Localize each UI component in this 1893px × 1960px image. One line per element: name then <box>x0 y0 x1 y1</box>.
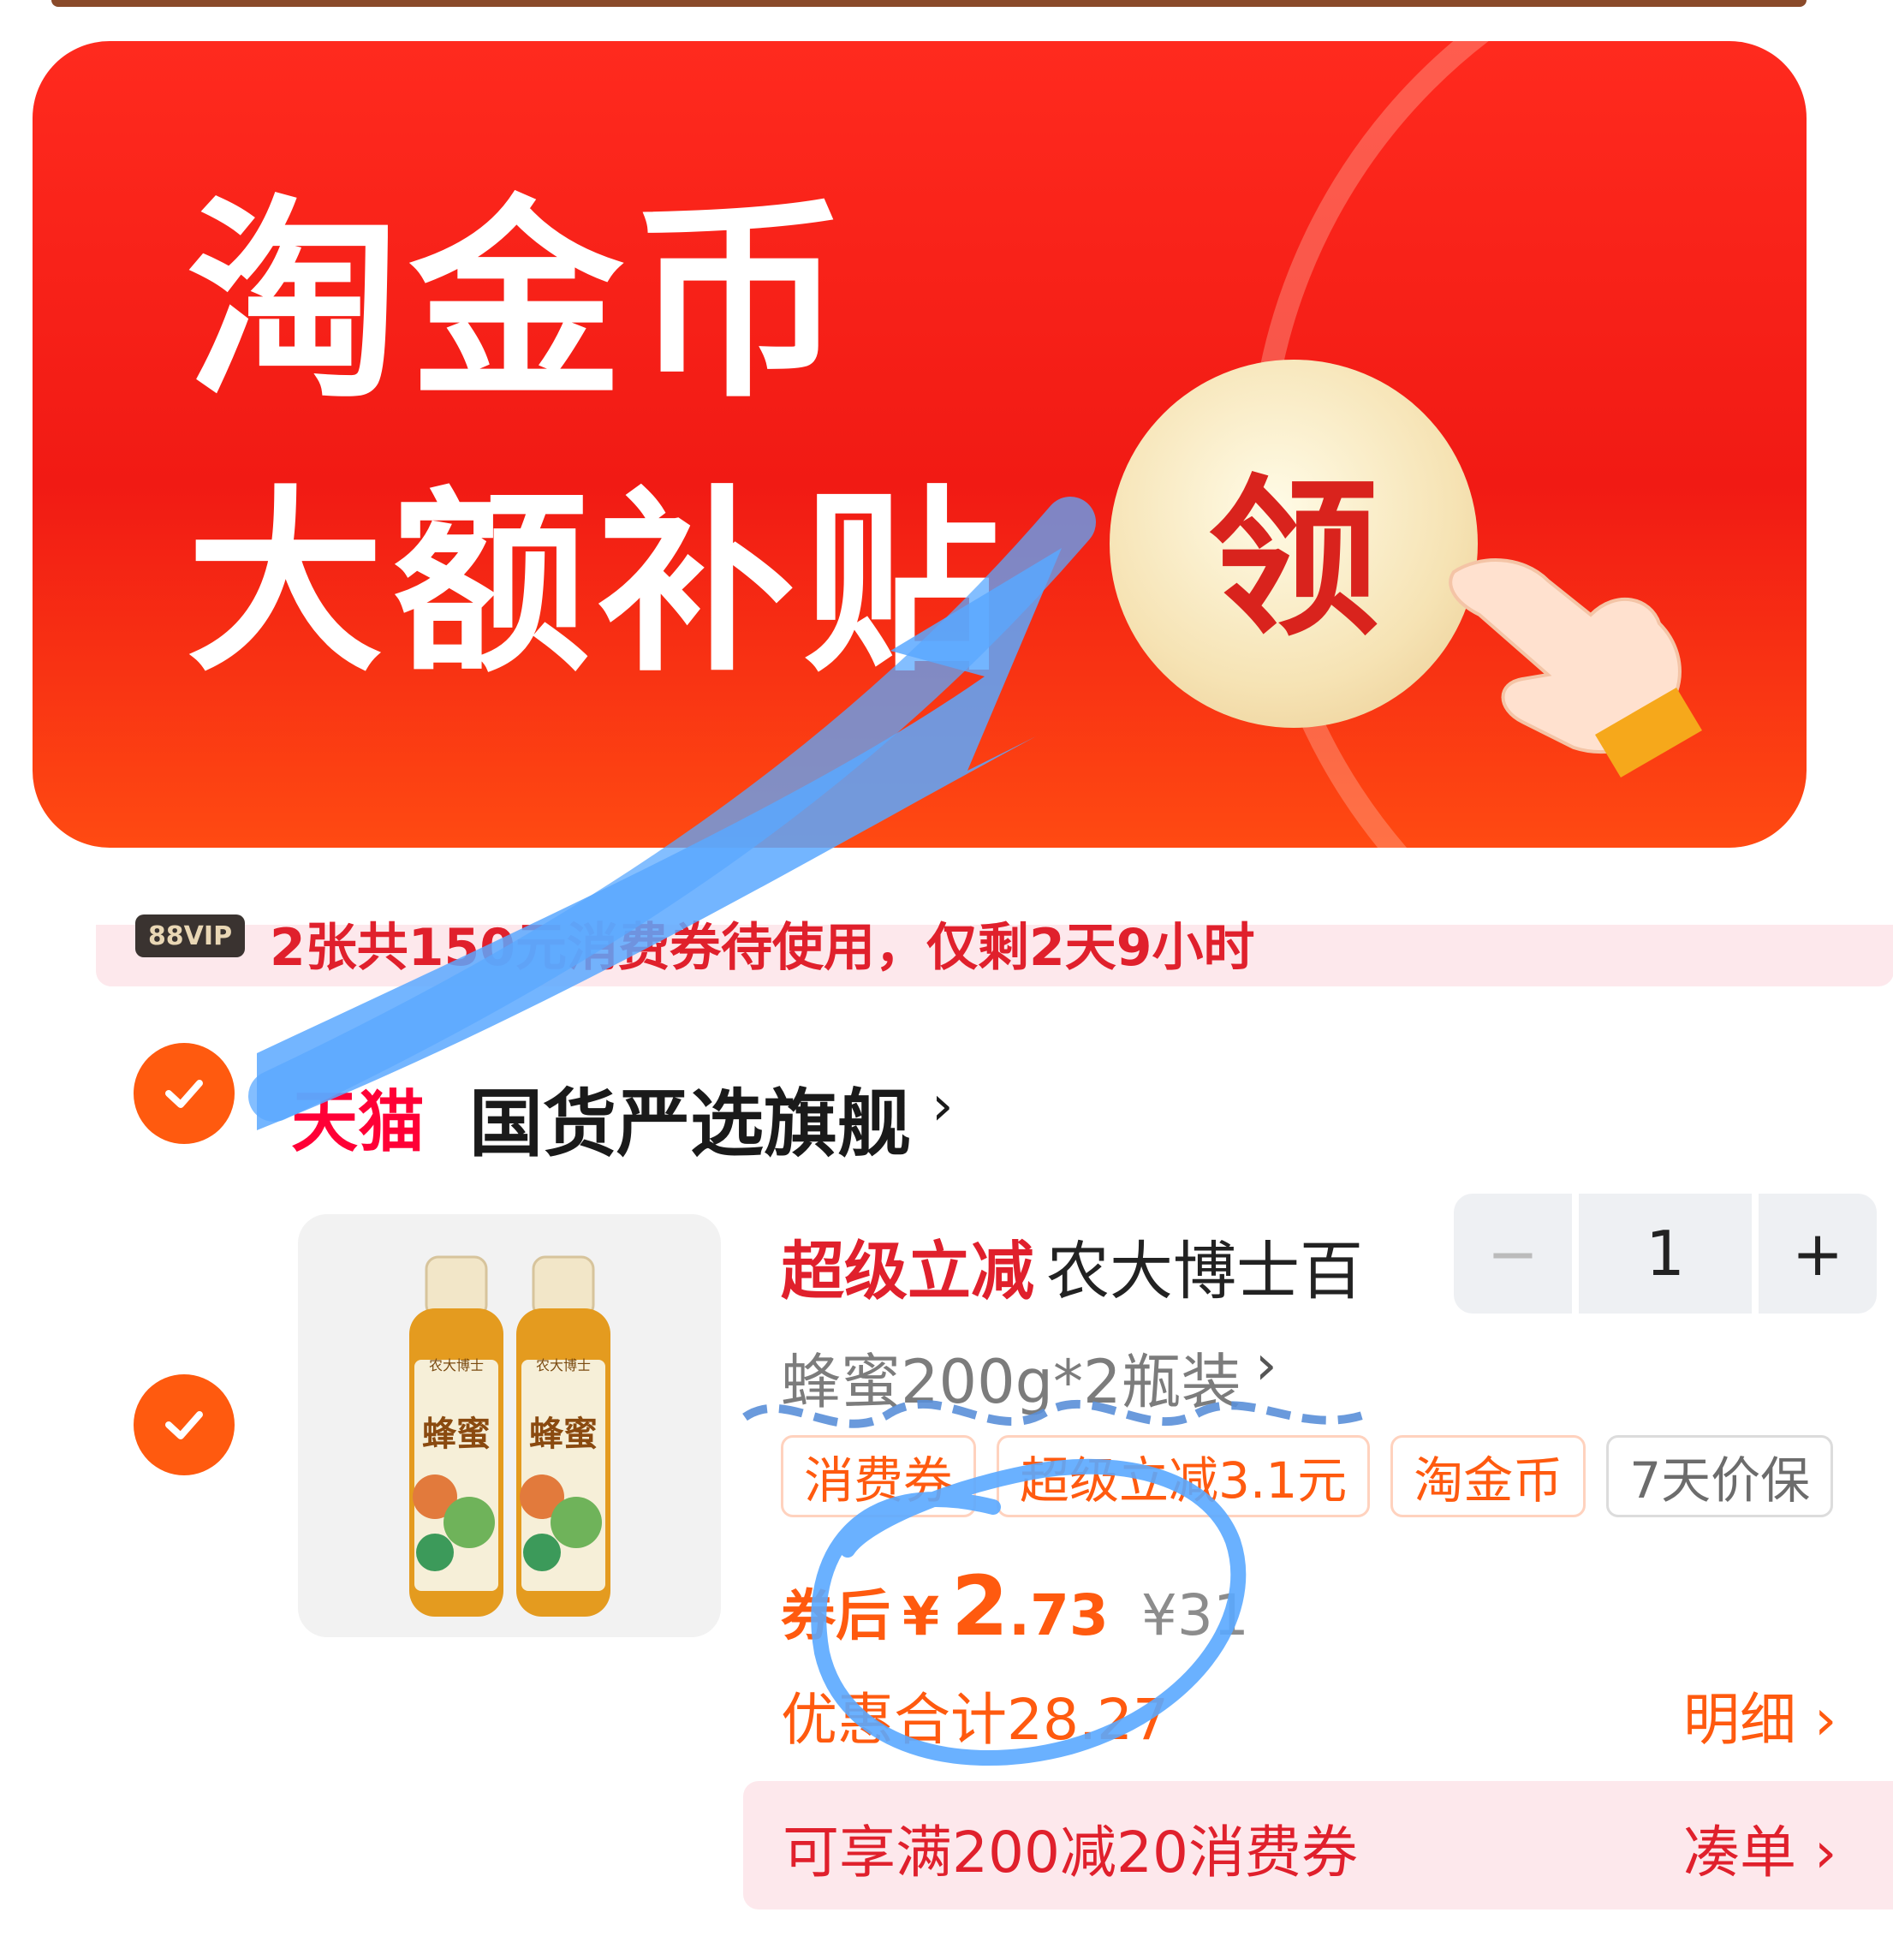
tag-price-protection: 7天价保 <box>1606 1435 1834 1517</box>
voucher-strip-text: 2张共150元消费券待使用，仅剩2天9小时 <box>270 918 1255 978</box>
tmall-logo: 天猫 <box>291 1084 426 1161</box>
price-integer: 2 <box>951 1558 1009 1654</box>
bottle-label-main: 蜂蜜 <box>422 1415 491 1454</box>
vip-badge: 88VIP <box>135 914 245 957</box>
quantity-stepper: − 1 + <box>1454 1194 1877 1314</box>
pointing-hand-icon <box>1449 558 1702 777</box>
tag-voucher: 消费券 <box>781 1435 977 1517</box>
honey-bottles-image: 农大博士 蜂蜜 农大博士 蜂蜜 <box>409 1255 610 1617</box>
bottle-label-main: 蜂蜜 <box>529 1415 598 1454</box>
price-row: 券后 ¥ 2 .73 ¥31 <box>781 1558 1249 1654</box>
checkmark-icon <box>165 1080 203 1108</box>
promo-bar-text: 可享满200减20消费券 <box>783 1820 1358 1886</box>
product-title-prefix[interactable]: 超级立减 <box>781 1220 1034 1312</box>
banner-title-line2: 大额补贴 <box>187 470 1009 699</box>
increment-button[interactable]: + <box>1759 1194 1877 1314</box>
price-currency: ¥ <box>902 1585 940 1647</box>
store-name[interactable]: 国货严选旗舰 <box>469 1063 911 1171</box>
checkmark-icon <box>165 1411 203 1439</box>
product-thumbnail[interactable]: 农大博士 蜂蜜 农大博士 蜂蜜 <box>298 1214 721 1637</box>
item-select-checkbox[interactable] <box>134 1374 235 1475</box>
banner-title-line1: 淘金币 <box>187 177 854 426</box>
quantity-value[interactable]: 1 <box>1579 1194 1752 1314</box>
bottle-label-top: 农大博士 <box>536 1357 591 1373</box>
detail-link[interactable]: 明细 › <box>1683 1674 1836 1756</box>
original-price: ¥31 <box>1140 1582 1249 1648</box>
promo-tags: 消费券 超级立减3.1元 淘金币 7天价保 <box>781 1435 1834 1517</box>
total-saving: 优惠合计28.27 <box>781 1687 1169 1753</box>
top-edge-bar <box>51 0 1807 7</box>
store-select-checkbox[interactable] <box>134 1043 235 1144</box>
product-spec[interactable]: 蜂蜜200g*2瓶装 <box>781 1334 1241 1421</box>
product-title[interactable]: 农大博士百 <box>1046 1220 1363 1312</box>
price-decimal: .73 <box>1008 1582 1109 1648</box>
claim-button[interactable]: 领 <box>1110 360 1478 728</box>
bottle-label-top: 农大博士 <box>429 1357 484 1373</box>
gold-coin-banner[interactable]: 淘金币 大额补贴 领 <box>33 41 1807 848</box>
tag-instant-discount: 超级立减3.1元 <box>997 1435 1371 1517</box>
decrement-button[interactable]: − <box>1454 1194 1572 1314</box>
add-items-link[interactable]: 凑单 › <box>1683 1807 1836 1889</box>
tag-gold-coin: 淘金币 <box>1390 1435 1586 1517</box>
store-chevron-icon[interactable]: › <box>932 1075 954 1138</box>
price-prefix: 券后 <box>781 1585 890 1648</box>
spec-chevron-icon[interactable]: › <box>1255 1334 1277 1397</box>
